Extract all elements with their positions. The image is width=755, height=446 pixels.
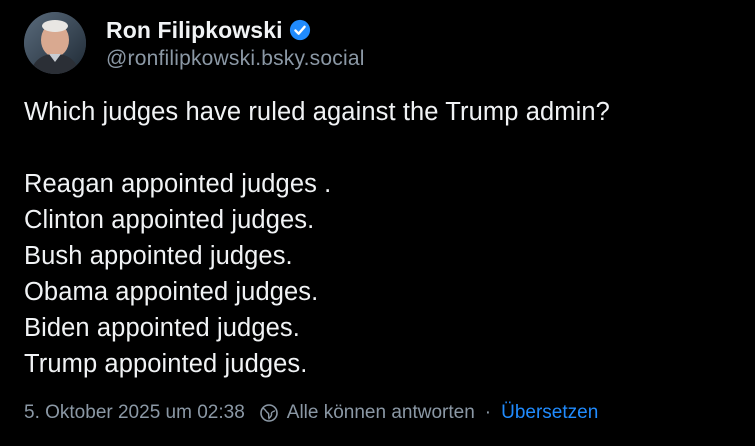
post-line: Trump appointed judges. [24, 350, 308, 378]
avatar[interactable] [24, 12, 86, 74]
post-line: Reagan appointed judges . [24, 170, 332, 198]
avatar-image [24, 12, 86, 74]
post-header: Ron Filipkowski @ronfilipkowski.bsky.soc… [24, 12, 365, 74]
display-name-row: Ron Filipkowski [106, 15, 365, 45]
translate-button[interactable]: Übersetzen [501, 402, 598, 424]
author-names: Ron Filipkowski @ronfilipkowski.bsky.soc… [106, 15, 365, 71]
post-line [24, 130, 739, 166]
post-line: Obama appointed judges. [24, 278, 319, 306]
post-meta: 5. Oktober 2025 um 02:38 Alle können ant… [24, 402, 598, 424]
post-line: Which judges have ruled against the Trum… [24, 98, 610, 126]
verified-checkmark-icon[interactable] [289, 19, 311, 41]
post: Ron Filipkowski @ronfilipkowski.bsky.soc… [0, 0, 755, 446]
author-handle[interactable]: @ronfilipkowski.bsky.social [106, 47, 365, 71]
post-text: Which judges have ruled against the Trum… [24, 94, 739, 382]
post-line: Clinton appointed judges. [24, 206, 315, 234]
post-line: Bush appointed judges. [24, 242, 293, 270]
post-timestamp[interactable]: 5. Oktober 2025 um 02:38 [24, 402, 245, 424]
display-name[interactable]: Ron Filipkowski [106, 17, 283, 44]
post-line: Biden appointed judges. [24, 314, 300, 342]
globe-icon [259, 403, 279, 423]
reply-setting[interactable]: Alle können antworten [287, 402, 475, 424]
separator-dot: · [484, 402, 492, 423]
